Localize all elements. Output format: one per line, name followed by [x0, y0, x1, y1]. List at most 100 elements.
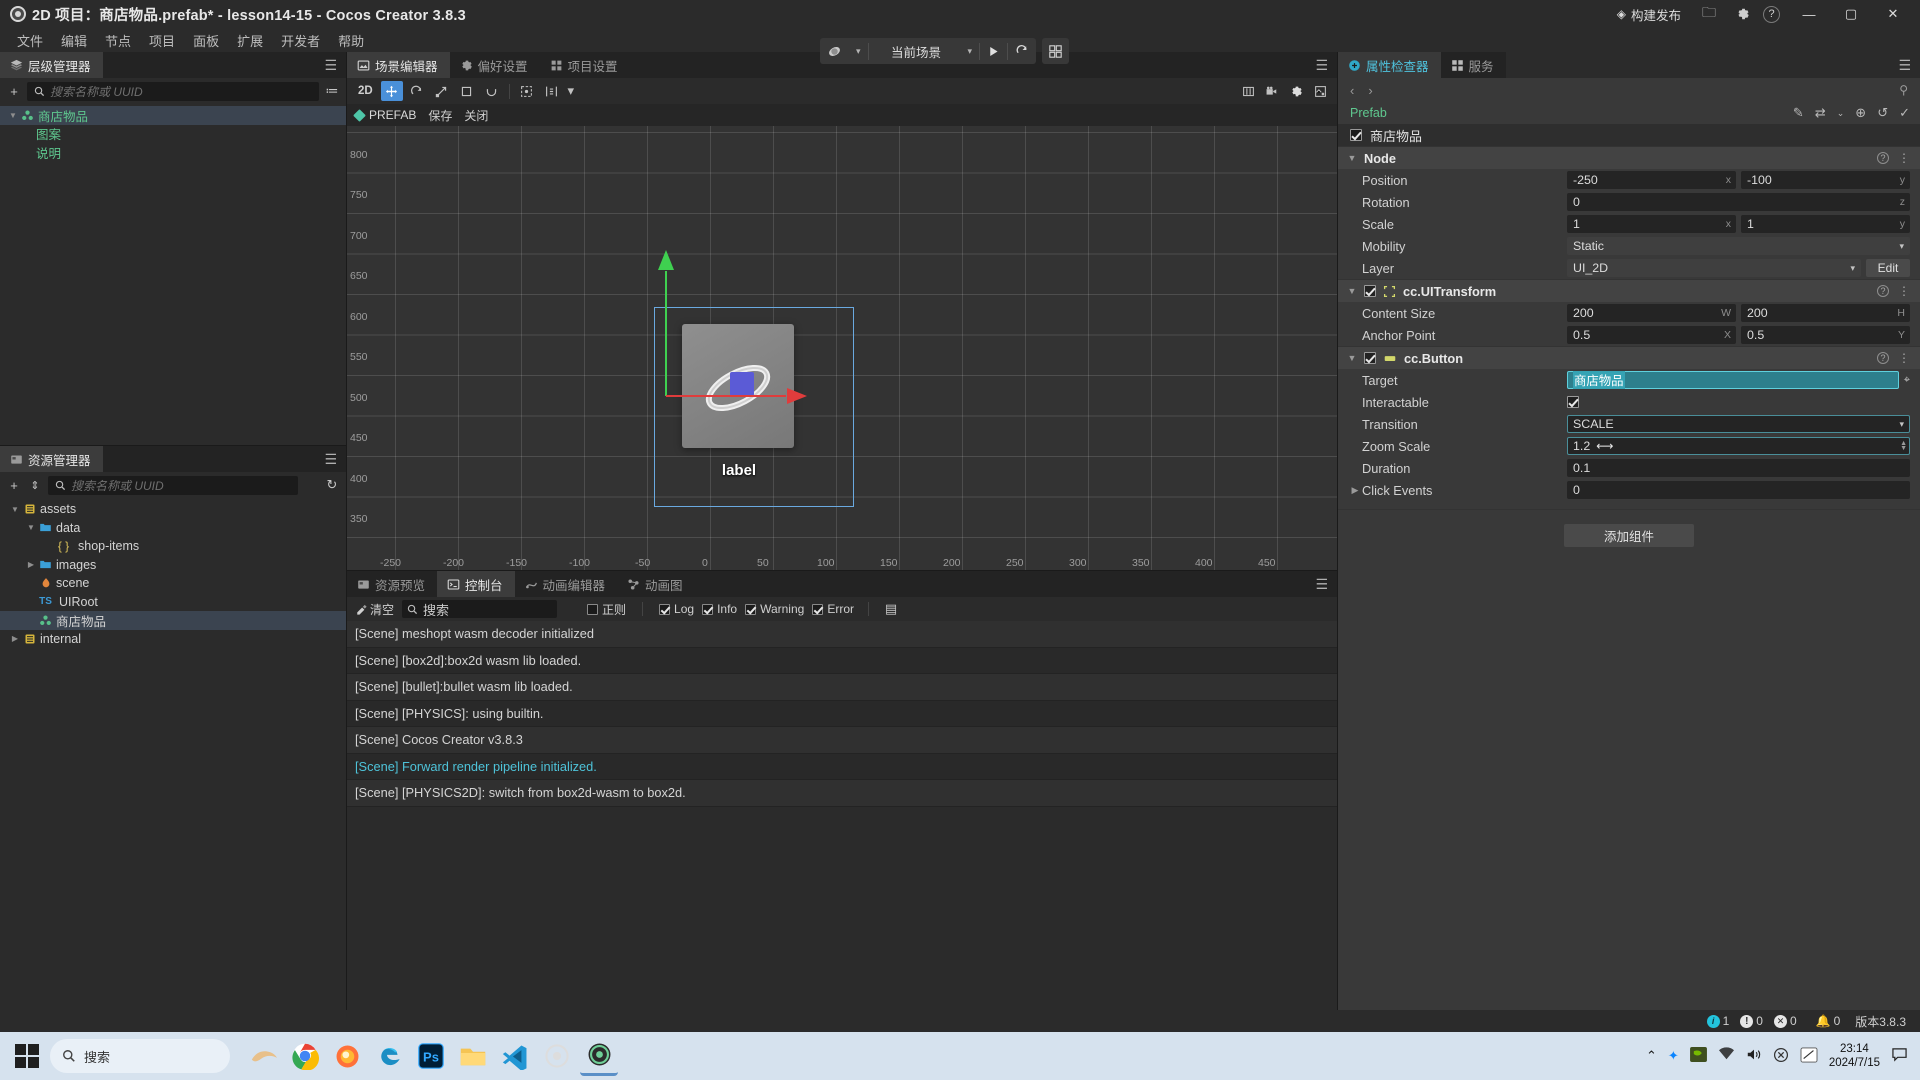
component-menu-icon[interactable]: ⋮ [1898, 351, 1910, 365]
start-button[interactable] [4, 1034, 50, 1078]
tab-project-settings[interactable]: 项目设置 [539, 52, 630, 78]
nav-back-button[interactable]: ‹ [1350, 83, 1354, 98]
node-enabled-checkbox[interactable] [1350, 129, 1362, 141]
asset-row-uiroot[interactable]: TS UIRoot [0, 593, 346, 612]
tab-preferences[interactable]: 偏好设置 [449, 52, 540, 78]
scene-panel-menu[interactable]: ☰ [1306, 52, 1337, 78]
content-size-w-input[interactable]: 200 W [1567, 304, 1736, 322]
menu-project[interactable]: 项目 [140, 29, 184, 52]
expand-twisty-icon[interactable]: ▼ [6, 111, 20, 120]
taskbar-app-photoshop-icon[interactable]: Ps [412, 1036, 450, 1076]
menu-help[interactable]: 帮助 [329, 29, 373, 52]
play-button[interactable] [980, 38, 1007, 64]
arc-tool-button[interactable] [481, 81, 503, 101]
prefab-chevron-down-icon[interactable]: ⌄ [1837, 108, 1845, 119]
console-filter-warning[interactable]: Warning [745, 602, 804, 616]
close-button[interactable]: ✕ [1872, 0, 1914, 28]
layer-edit-button[interactable]: Edit [1866, 259, 1910, 277]
scene-viewport[interactable]: 800 750 700 650 600 550 500 450 400 350 … [347, 126, 1337, 570]
pivot-toggle-button[interactable] [516, 81, 538, 101]
scale-x-input[interactable]: 1 x [1567, 215, 1736, 233]
taskbar-app-firefox-icon[interactable] [328, 1036, 366, 1076]
console-filter-info[interactable]: Info [702, 602, 737, 616]
tray-expand-icon[interactable]: ⌃ [1646, 1048, 1657, 1064]
gizmo-view-button[interactable] [1237, 81, 1259, 101]
position-x-input[interactable]: -250 x [1567, 171, 1736, 189]
console-log-row[interactable]: [Scene] meshopt wasm decoder initialized [347, 621, 1337, 648]
menu-file[interactable]: 文件 [8, 29, 52, 52]
checkbox-icon[interactable] [587, 603, 599, 615]
preview-target-chevron-icon[interactable]: ▾ [849, 38, 868, 64]
device-preview-button[interactable] [1042, 38, 1069, 64]
align-tool-button[interactable] [541, 81, 563, 101]
rotate-tool-button[interactable] [406, 81, 428, 101]
target-locate-icon[interactable]: ⌖ [1904, 374, 1910, 387]
anchor-y-input[interactable]: 0.5 Y [1741, 326, 1910, 344]
console-log-row[interactable]: [Scene] [box2d]:box2d wasm lib loaded. [347, 647, 1337, 674]
assets-panel-menu[interactable]: ☰ [315, 446, 346, 472]
status-error[interactable]: ✕ 0 [1773, 1014, 1797, 1028]
drag-handle-icon[interactable]: ⟷ [1596, 439, 1613, 453]
add-component-button[interactable]: 添加组件 [1564, 524, 1694, 547]
component-header-node[interactable]: ▼ Node ? ⋮ [1338, 146, 1920, 169]
console-log-list[interactable]: [Scene] meshopt wasm decoder initialized… [347, 621, 1337, 1010]
button-zoom-scale-input[interactable]: 1.2 ⟷ ▲ ▼ [1567, 437, 1910, 455]
build-publish-button[interactable]: ◈ 构建发布 [1609, 2, 1689, 27]
camera-view-button[interactable] [1261, 81, 1283, 101]
prefab-close-button[interactable]: 关闭 [464, 107, 488, 124]
asset-row-shop-prefab[interactable]: 商店物品 [0, 611, 346, 630]
component-header-button[interactable]: ▼ cc.Button ? ⋮ [1338, 346, 1920, 369]
asset-row-assets[interactable]: ▼ assets [0, 500, 346, 519]
action-center-disabled-icon[interactable] [1773, 1047, 1789, 1066]
taskbar-app-cortana-icon[interactable] [244, 1036, 282, 1076]
nvidia-icon[interactable] [1689, 1047, 1707, 1065]
component-menu-icon[interactable]: ⋮ [1898, 284, 1910, 298]
button-enabled-checkbox[interactable] [1364, 352, 1376, 364]
console-log-row[interactable]: [Scene] Forward render pipeline initiali… [347, 753, 1337, 780]
scene-mode-select[interactable]: 当前场景 [869, 38, 961, 64]
scale-y-input[interactable]: 1 y [1741, 215, 1910, 233]
open-folder-button[interactable]: 🗀 [1695, 1, 1723, 27]
prefab-edit-icon[interactable]: ✎ [1793, 105, 1804, 121]
taskbar-app-cocos-creator-icon[interactable] [580, 1036, 618, 1076]
settings-gear-button[interactable] [1729, 1, 1757, 27]
layer-select[interactable]: UI_2D ▾ [1567, 259, 1861, 277]
prefab-save-button[interactable]: 保存 [428, 107, 452, 124]
asset-row-scene[interactable]: scene [0, 574, 346, 593]
expand-twisty-icon[interactable]: ▼ [8, 505, 22, 514]
input-method-icon[interactable] [1800, 1046, 1818, 1066]
scale-tool-button[interactable] [431, 81, 453, 101]
taskbar-app-vscode-icon[interactable] [496, 1036, 534, 1076]
prefab-revert-icon[interactable]: ↺ [1877, 105, 1888, 121]
chevron-down-icon[interactable]: ▼ [1347, 153, 1357, 163]
add-asset-icon[interactable]: + [6, 476, 22, 494]
rect-tool-button[interactable] [456, 81, 478, 101]
assets-tree[interactable]: ▼ assets ▼ data { } shop-items ▶ images … [0, 498, 346, 1010]
mobility-select[interactable]: Static ▾ [1567, 237, 1910, 255]
menu-developer[interactable]: 开发者 [272, 29, 329, 52]
fit-view-button[interactable] [1309, 81, 1331, 101]
assets-sort-icon[interactable]: ⇕ [27, 476, 43, 494]
assets-refresh-icon[interactable]: ↻ [324, 476, 340, 494]
align-chevron-icon[interactable]: ▾ [566, 81, 576, 101]
assets-filter-icon[interactable] [303, 476, 319, 494]
taskbar-app-explorer-icon[interactable] [454, 1036, 492, 1076]
add-node-icon[interactable]: + [6, 82, 22, 100]
uitransform-enabled-checkbox[interactable] [1364, 285, 1376, 297]
console-panel-menu[interactable]: ☰ [1306, 571, 1337, 597]
menu-panel[interactable]: 面板 [184, 29, 228, 52]
console-filter-log[interactable]: Log [659, 602, 694, 616]
tab-assets[interactable]: 资源管理器 [0, 446, 103, 472]
move-gizmo[interactable] [627, 236, 887, 436]
anchor-x-input[interactable]: 0.5 X [1567, 326, 1736, 344]
button-target-input[interactable]: 商店物品 [1567, 371, 1899, 389]
tab-asset-preview[interactable]: 资源预览 [347, 571, 438, 597]
wifi-icon[interactable] [1718, 1047, 1735, 1065]
bluetooth-icon[interactable]: ✦ [1668, 1048, 1679, 1064]
help-icon[interactable]: ? [1877, 152, 1889, 164]
help-icon[interactable]: ? [1877, 285, 1889, 297]
tab-scene-editor[interactable]: 场景编辑器 [347, 52, 450, 78]
button-duration-input[interactable]: 0.1 [1567, 459, 1910, 477]
button-transition-select[interactable]: SCALE ▾ [1567, 415, 1910, 433]
console-log-row[interactable]: [Scene] Cocos Creator v3.8.3 [347, 727, 1337, 754]
